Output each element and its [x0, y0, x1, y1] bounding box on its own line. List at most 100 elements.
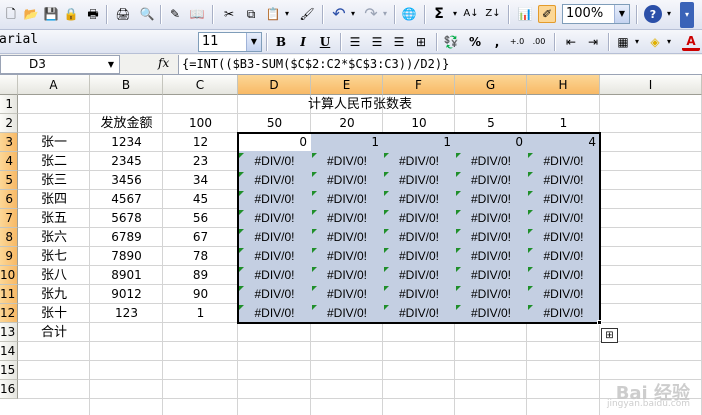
font-name-select[interactable]: arial: [0, 31, 188, 51]
print-icon[interactable]: 🖶: [84, 5, 102, 23]
denomination-header[interactable]: 10: [383, 114, 455, 133]
name-cell[interactable]: 张四: [18, 190, 90, 209]
row-header-12[interactable]: 12: [0, 304, 18, 323]
increase-indent-icon[interactable]: ⇥: [584, 33, 602, 51]
column-header-F[interactable]: F: [383, 75, 455, 95]
name-box[interactable]: D3 ▼: [0, 55, 120, 74]
row-header-1[interactable]: 1: [0, 95, 18, 114]
count-100-cell[interactable]: 1: [163, 304, 238, 323]
name-cell[interactable]: 张九: [18, 285, 90, 304]
error-cell[interactable]: #DIV/0!: [311, 152, 383, 171]
row-header-16[interactable]: 16: [0, 380, 18, 399]
result-cell[interactable]: 0: [238, 133, 311, 152]
font-size-select[interactable]: 11 ▼: [198, 32, 262, 52]
help-icon[interactable]: ?: [644, 5, 662, 23]
column-header-A[interactable]: A: [18, 75, 90, 95]
research-icon[interactable]: ✎: [166, 5, 184, 23]
error-cell[interactable]: #DIV/0!: [455, 152, 527, 171]
error-cell[interactable]: #DIV/0!: [238, 266, 311, 285]
error-cell[interactable]: #DIV/0!: [311, 171, 383, 190]
amount-cell[interactable]: 2345: [90, 152, 163, 171]
error-cell[interactable]: #DIV/0!: [383, 152, 455, 171]
save-icon[interactable]: 💾: [42, 5, 60, 23]
count-100-cell[interactable]: 90: [163, 285, 238, 304]
chevron-down-icon[interactable]: ▼: [614, 5, 629, 23]
count-100-cell[interactable]: 45: [163, 190, 238, 209]
redo-icon[interactable]: ↷: [362, 5, 380, 23]
error-cell[interactable]: #DIV/0!: [527, 209, 600, 228]
error-cell[interactable]: #DIV/0!: [527, 152, 600, 171]
spell-check-icon[interactable]: 🔍: [138, 5, 156, 23]
decrease-indent-icon[interactable]: ⇤: [562, 33, 580, 51]
fill-color-icon[interactable]: ◈: [646, 33, 664, 51]
error-cell[interactable]: #DIV/0!: [455, 266, 527, 285]
error-cell[interactable]: #DIV/0!: [238, 190, 311, 209]
count-100-cell[interactable]: 56: [163, 209, 238, 228]
toolbar-options-icon[interactable]: ▾: [680, 2, 694, 28]
paste-dropdown-icon[interactable]: ▾: [282, 5, 292, 23]
bold-button[interactable]: B: [272, 33, 290, 51]
currency-icon[interactable]: 💱: [442, 33, 460, 51]
hyperlink-icon[interactable]: 🌐: [400, 5, 418, 23]
error-cell[interactable]: #DIV/0!: [527, 285, 600, 304]
format-painter-icon[interactable]: 🖌: [298, 5, 316, 23]
formula-input[interactable]: {=INT(($B3-SUM($C$2:C2*$C$3:C3))/D2)}: [178, 55, 702, 74]
column-header-D[interactable]: D: [238, 75, 311, 95]
error-cell[interactable]: #DIV/0!: [455, 171, 527, 190]
column-header-B[interactable]: B: [90, 75, 163, 95]
chart-wizard-icon[interactable]: 📊: [516, 5, 534, 23]
font-color-icon[interactable]: A: [682, 33, 700, 51]
name-cell[interactable]: 张八: [18, 266, 90, 285]
error-cell[interactable]: #DIV/0!: [527, 171, 600, 190]
comma-button[interactable]: ,: [488, 33, 506, 51]
autosum-dropdown-icon[interactable]: ▾: [450, 5, 460, 23]
sort-descending-icon[interactable]: Z↓: [484, 5, 502, 23]
drawing-icon[interactable]: ✐: [538, 5, 556, 23]
autosum-icon[interactable]: Σ: [430, 5, 448, 23]
name-cell[interactable]: 张六: [18, 228, 90, 247]
error-cell[interactable]: #DIV/0!: [527, 266, 600, 285]
error-cell[interactable]: #DIV/0!: [383, 247, 455, 266]
align-center-icon[interactable]: ☰: [368, 33, 386, 51]
row-header-10[interactable]: 10: [0, 266, 18, 285]
column-header-C[interactable]: C: [163, 75, 238, 95]
count-100-cell[interactable]: 89: [163, 266, 238, 285]
error-cell[interactable]: #DIV/0!: [455, 285, 527, 304]
chevron-down-icon[interactable]: ▼: [246, 33, 261, 51]
error-cell[interactable]: #DIV/0!: [527, 247, 600, 266]
name-cell[interactable]: 张一: [18, 133, 90, 152]
total-label[interactable]: 合计: [18, 323, 90, 342]
copy-icon[interactable]: ⧉: [242, 5, 260, 23]
error-cell[interactable]: #DIV/0!: [383, 285, 455, 304]
row-header-11[interactable]: 11: [0, 285, 18, 304]
row-header-2[interactable]: 2: [0, 114, 18, 133]
error-cell[interactable]: #DIV/0!: [527, 190, 600, 209]
count-100-cell[interactable]: 34: [163, 171, 238, 190]
error-cell[interactable]: #DIV/0!: [311, 266, 383, 285]
undo-icon[interactable]: ↶: [330, 5, 348, 23]
error-cell[interactable]: #DIV/0!: [527, 228, 600, 247]
italic-button[interactable]: I: [294, 33, 312, 51]
row-header-15[interactable]: 15: [0, 361, 18, 380]
row-header-14[interactable]: 14: [0, 342, 18, 361]
row-header-9[interactable]: 9: [0, 247, 18, 266]
clip-art-icon[interactable]: 📖: [188, 5, 206, 23]
error-cell[interactable]: #DIV/0!: [383, 171, 455, 190]
error-cell[interactable]: #DIV/0!: [311, 285, 383, 304]
amount-cell[interactable]: 9012: [90, 285, 163, 304]
redo-dropdown-icon[interactable]: ▾: [380, 5, 390, 23]
amount-cell[interactable]: 3456: [90, 171, 163, 190]
column-header-E[interactable]: E: [311, 75, 383, 95]
result-cell[interactable]: 1: [383, 133, 455, 152]
denomination-header[interactable]: 50: [238, 114, 311, 133]
amount-cell[interactable]: 8901: [90, 266, 163, 285]
fill-color-dropdown-icon[interactable]: ▾: [664, 33, 674, 51]
help-dropdown-icon[interactable]: ▾: [664, 5, 674, 23]
cut-icon[interactable]: ✂: [220, 5, 238, 23]
row-header-3[interactable]: 3: [0, 133, 18, 152]
row-header-8[interactable]: 8: [0, 228, 18, 247]
chevron-down-icon[interactable]: ▼: [103, 56, 119, 73]
denomination-header[interactable]: 100: [163, 114, 238, 133]
denomination-header[interactable]: 1: [527, 114, 600, 133]
result-cell[interactable]: 4: [527, 133, 600, 152]
